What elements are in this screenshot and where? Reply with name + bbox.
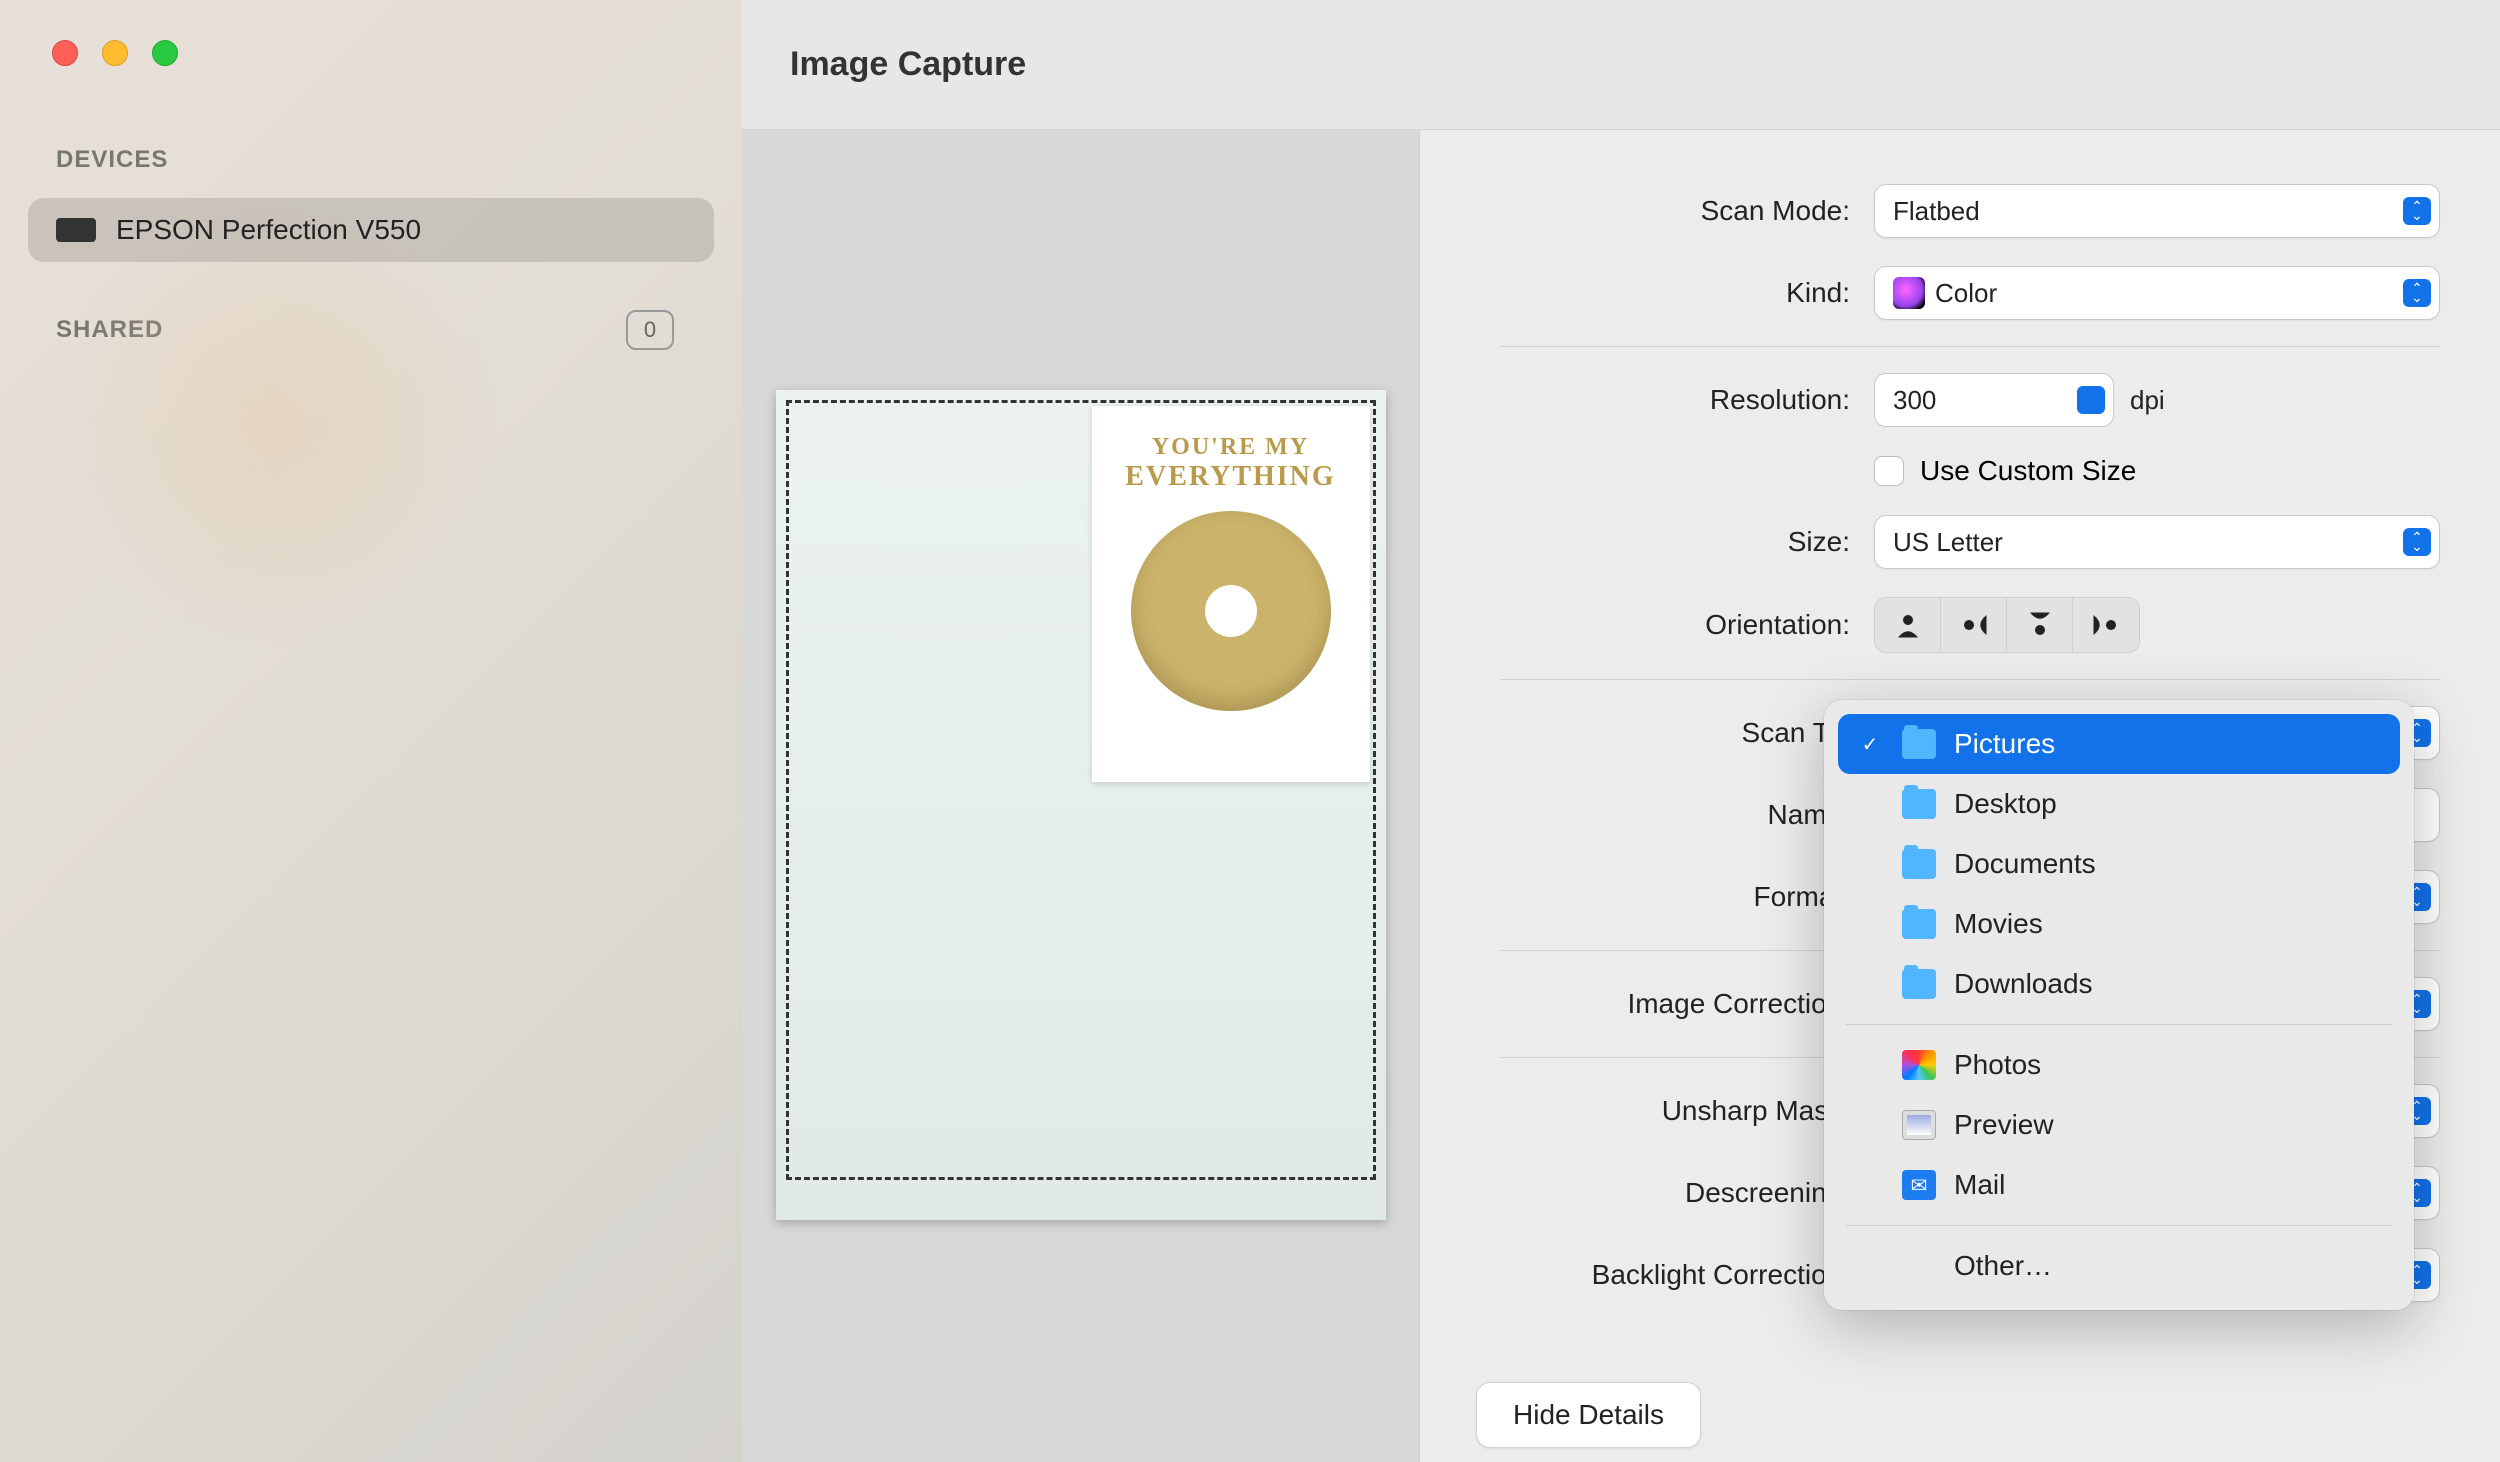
folder-icon [1902,909,1936,939]
preview-pane: YOU'RE MY EVERYTHING [742,130,1420,1462]
scanned-card: YOU'RE MY EVERYTHING [1092,406,1370,782]
orientation-landscape-left[interactable] [2073,598,2139,652]
scan-to-menu: ✓ Pictures Desktop Documents Movies Down… [1824,700,2414,1310]
select-scan-mode-value: Flatbed [1893,196,1980,227]
app-title: Image Capture [790,45,1026,84]
select-scan-mode[interactable]: Flatbed [1874,184,2440,238]
menu-item-label: Photos [1954,1049,2041,1081]
row-resolution: Resolution: 300 dpi [1500,346,2440,441]
menu-item-mail[interactable]: Mail [1838,1155,2400,1215]
chevron-updown-icon [2403,197,2431,225]
label-orientation: Orientation: [1500,609,1850,641]
chevron-updown-icon [2403,279,2431,307]
menu-item-pictures[interactable]: ✓ Pictures [1838,714,2400,774]
orientation-landscape-right[interactable] [1941,598,2007,652]
chevron-updown-icon [2077,386,2105,414]
row-size: Size: US Letter [1500,501,2440,583]
menu-item-photos[interactable]: Photos [1838,1035,2400,1095]
menu-item-label: Other… [1954,1250,2052,1282]
titlebar: Image Capture [742,0,2500,130]
preview-app-icon [1902,1110,1936,1140]
maximize-window-button[interactable] [152,40,178,66]
card-text-line2: EVERYTHING [1125,461,1335,493]
label-use-custom-size: Use Custom Size [1920,455,2136,487]
label-name: Name: [1500,799,1850,831]
label-size: Size: [1500,526,1850,558]
row-custom-size: Use Custom Size [1500,441,2440,501]
folder-icon [1902,969,1936,999]
scanner-icon [56,218,96,242]
checkmark-icon: ✓ [1856,732,1884,757]
device-name: EPSON Perfection V550 [116,214,421,246]
menu-item-other[interactable]: Other… [1838,1236,2400,1296]
menu-divider [1846,1225,2392,1226]
menu-item-desktop[interactable]: Desktop [1838,774,2400,834]
shared-count-badge[interactable]: 0 [626,310,674,350]
folder-icon [1902,729,1936,759]
select-size[interactable]: US Letter [1874,515,2440,569]
select-kind[interactable]: Color [1874,266,2440,320]
label-dpi: dpi [2130,385,2165,416]
menu-item-label: Movies [1954,908,2043,940]
scan-preview[interactable]: YOU'RE MY EVERYTHING [776,390,1386,1220]
label-resolution: Resolution: [1500,384,1850,416]
row-scan-mode: Scan Mode: Flatbed [1500,170,2440,252]
input-resolution-value: 300 [1893,385,1936,416]
close-window-button[interactable] [52,40,78,66]
checkbox-use-custom-size[interactable] [1874,456,1904,486]
label-scan-mode: Scan Mode: [1500,195,1850,227]
menu-item-label: Mail [1954,1169,2005,1201]
orientation-portrait-flip[interactable] [2007,598,2073,652]
mail-app-icon [1902,1170,1936,1200]
menu-item-downloads[interactable]: Downloads [1838,954,2400,1014]
orientation-portrait[interactable] [1875,598,1941,652]
label-descreening: Descreening: [1500,1177,1850,1209]
label-format: Format: [1500,881,1850,913]
menu-item-label: Pictures [1954,728,2055,760]
chevron-updown-icon [2403,528,2431,556]
menu-divider [1846,1024,2392,1025]
select-kind-value: Color [1935,278,1997,309]
row-kind: Kind: Color [1500,252,2440,334]
select-size-value: US Letter [1893,527,2003,558]
color-swatch-icon [1893,277,1925,309]
input-resolution[interactable]: 300 [1874,373,2114,427]
menu-item-label: Downloads [1954,968,2093,1000]
label-backlight-correction: Backlight Correction: [1500,1259,1850,1291]
shared-section-header: SHARED [56,316,163,344]
label-kind: Kind: [1500,277,1850,309]
window-traffic-lights [0,0,742,106]
menu-item-documents[interactable]: Documents [1838,834,2400,894]
photos-app-icon [1902,1050,1936,1080]
label-unsharp-mask: Unsharp Mask: [1500,1095,1850,1127]
menu-item-label: Preview [1954,1109,2054,1141]
label-scan-to: Scan To: [1500,717,1850,749]
minimize-window-button[interactable] [102,40,128,66]
menu-item-preview[interactable]: Preview [1838,1095,2400,1155]
devices-section-header: DEVICES [0,106,742,190]
hide-details-button[interactable]: Hide Details [1476,1382,1701,1448]
sidebar: DEVICES EPSON Perfection V550 SHARED 0 [0,0,742,1462]
segmented-orientation [1874,597,2140,653]
label-image-correction: Image Correction: [1500,988,1850,1020]
device-row-epson[interactable]: EPSON Perfection V550 [28,198,714,262]
menu-item-movies[interactable]: Movies [1838,894,2400,954]
row-orientation: Orientation: [1500,583,2440,667]
donut-illustration [1131,511,1331,711]
menu-item-label: Desktop [1954,788,2057,820]
folder-icon [1902,789,1936,819]
menu-item-label: Documents [1954,848,2096,880]
folder-icon [1902,849,1936,879]
card-text-line1: YOU'RE MY [1152,434,1309,461]
